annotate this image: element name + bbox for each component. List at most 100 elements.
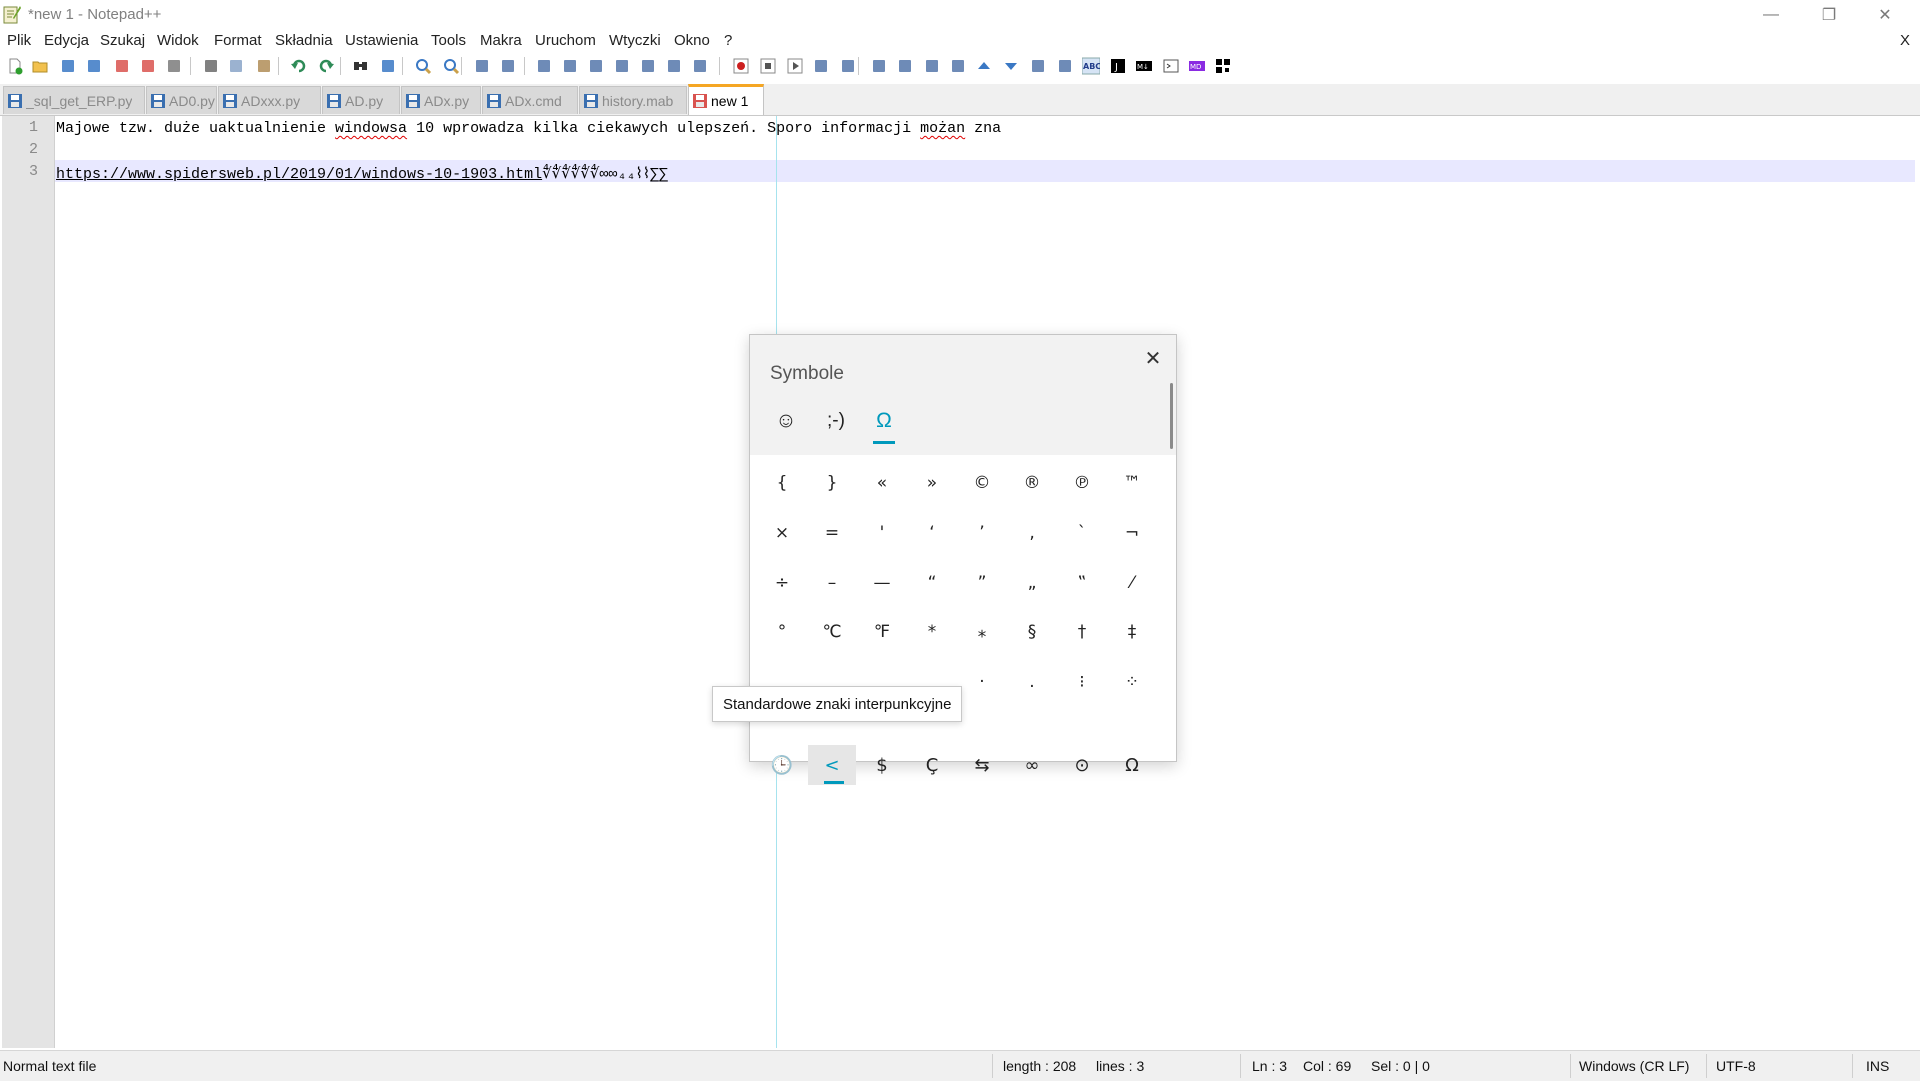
tab-2[interactable]: AD0.py [146, 86, 217, 114]
down-arrow-button[interactable] [1001, 56, 1021, 76]
cut-button[interactable] [201, 56, 221, 76]
close-window-button[interactable]: ✕ [1862, 0, 1908, 30]
category-math[interactable]: ∞ [1008, 745, 1056, 785]
up-arrow-button[interactable] [974, 56, 994, 76]
symbol-cell[interactable]: ‟ [1058, 563, 1106, 603]
terminal-button[interactable] [1161, 56, 1181, 76]
close-document-button[interactable]: X [1900, 32, 1910, 49]
qr-button[interactable] [1213, 56, 1233, 76]
json-button[interactable]: J [1108, 56, 1128, 76]
run-macro-multiple-button[interactable] [811, 56, 831, 76]
status-encoding[interactable]: UTF-8 [1716, 1058, 1756, 1074]
collapse-button[interactable] [948, 56, 968, 76]
zoom-in-button[interactable] [413, 56, 433, 76]
symbol-cell[interactable]: ” [958, 563, 1006, 603]
category-currency[interactable]: $ [858, 745, 906, 785]
scrollbar[interactable] [1170, 383, 1173, 449]
symbol-cell[interactable]: ® [1008, 463, 1056, 503]
tab-5[interactable]: ADx.py [401, 86, 481, 114]
symbol-cell[interactable]: § [1008, 612, 1056, 652]
symbol-cell[interactable]: © [958, 463, 1006, 503]
category-language[interactable]: Ω [1108, 745, 1156, 785]
menu-makra[interactable]: Makra [480, 32, 522, 49]
show-all-chars-button[interactable] [560, 56, 580, 76]
word-wrap-button[interactable] [534, 56, 554, 76]
md-button[interactable]: MD [1187, 56, 1207, 76]
save-button[interactable] [58, 56, 78, 76]
symbol-cell[interactable]: } [808, 463, 856, 503]
monitoring-button[interactable] [690, 56, 710, 76]
symbol-cell[interactable]: † [1058, 612, 1106, 652]
symbol-cell[interactable]: ⁄ [1108, 563, 1156, 603]
symbol-cell[interactable]: { [758, 463, 806, 503]
tab-8[interactable]: new 1 [688, 84, 764, 115]
save-macro-button[interactable] [838, 56, 858, 76]
symbol-cell[interactable]: × [758, 513, 806, 553]
status-insert-mode[interactable]: INS [1866, 1058, 1889, 1074]
undo-button[interactable] [289, 56, 309, 76]
insert-button[interactable] [869, 56, 889, 76]
symbol-cell[interactable]: ‡ [1108, 612, 1156, 652]
symbol-cell[interactable]: ™ [1108, 463, 1156, 503]
symbol-cell[interactable]: . [1008, 662, 1056, 702]
open-file-button[interactable] [30, 56, 50, 76]
menu-edycja[interactable]: Edycja [44, 32, 89, 49]
copy-button[interactable] [226, 56, 246, 76]
print-button[interactable] [164, 56, 184, 76]
list-alt-button[interactable] [922, 56, 942, 76]
menu-szukaj[interactable]: Szukaj [100, 32, 145, 49]
expand-button[interactable] [1028, 56, 1048, 76]
category-recent[interactable]: 🕒 [758, 745, 806, 785]
indent-guide-button[interactable] [586, 56, 606, 76]
symbol-cell[interactable]: – [808, 563, 856, 603]
symbol-cell[interactable]: ’ [958, 513, 1006, 553]
spell-check-button[interactable]: ABC [1081, 56, 1101, 76]
symbol-cell[interactable]: * [908, 612, 956, 652]
sync-horizontal-button[interactable] [498, 56, 518, 76]
symbol-cell[interactable]: „ [1008, 563, 1056, 603]
symbol-cell[interactable]: ℗ [1058, 463, 1106, 503]
tab-symbols[interactable]: Ω [864, 403, 904, 439]
markdown-button[interactable]: M↓ [1134, 56, 1154, 76]
symbol-cell[interactable]: ¬ [1108, 513, 1156, 553]
category-punctuation[interactable]: < [808, 745, 856, 785]
sync-vertical-button[interactable] [472, 56, 492, 76]
minimize-button[interactable]: — [1748, 0, 1794, 30]
category-latin[interactable]: Ç [908, 745, 956, 785]
paste-button[interactable] [254, 56, 274, 76]
tab-emoji[interactable]: ☺ [766, 403, 806, 439]
close-button[interactable] [112, 56, 132, 76]
save-all-button[interactable] [84, 56, 104, 76]
folder-as-workspace-button[interactable] [664, 56, 684, 76]
redo-button[interactable] [316, 56, 336, 76]
menu-help[interactable]: ? [724, 32, 732, 49]
tab-7[interactable]: history.mab [579, 86, 687, 114]
symbol-cell[interactable]: ° [758, 612, 806, 652]
tab-6[interactable]: ADx.cmd [482, 86, 578, 114]
menu-okno[interactable]: Okno [674, 32, 710, 49]
function-list-button[interactable] [638, 56, 658, 76]
symbol-cell[interactable]: · [958, 662, 1006, 702]
symbol-cell[interactable]: ‚ [1008, 513, 1056, 553]
new-file-button[interactable] [5, 56, 25, 76]
symbol-cell[interactable]: ÷ [758, 563, 806, 603]
menu-tools[interactable]: Tools [431, 32, 466, 49]
symbol-cell[interactable]: ℃ [808, 612, 856, 652]
symbol-cell[interactable]: ' [858, 513, 906, 553]
menu-wtyczki[interactable]: Wtyczki [609, 32, 661, 49]
symbol-cell[interactable]: » [908, 463, 956, 503]
panel-close-button[interactable]: ✕ [1142, 347, 1164, 370]
tab-3[interactable]: ADxxx.py [218, 86, 321, 114]
stop-record-button[interactable] [758, 56, 778, 76]
symbol-cell[interactable]: ` [1058, 513, 1106, 553]
symbol-cell[interactable]: “ [908, 563, 956, 603]
menu-plik[interactable]: Plik [7, 32, 31, 49]
menu-format[interactable]: Format [214, 32, 262, 49]
status-eol[interactable]: Windows (CR LF) [1579, 1058, 1689, 1074]
compare-button[interactable] [1055, 56, 1075, 76]
code-line-3[interactable]: https://www.spidersweb.pl/2019/01/window… [56, 164, 668, 183]
menu-ustawienia[interactable]: Ustawienia [345, 32, 418, 49]
category-geometric[interactable]: ⇆ [958, 745, 1006, 785]
symbol-cell[interactable]: = [808, 513, 856, 553]
symbol-cell[interactable]: — [858, 563, 906, 603]
